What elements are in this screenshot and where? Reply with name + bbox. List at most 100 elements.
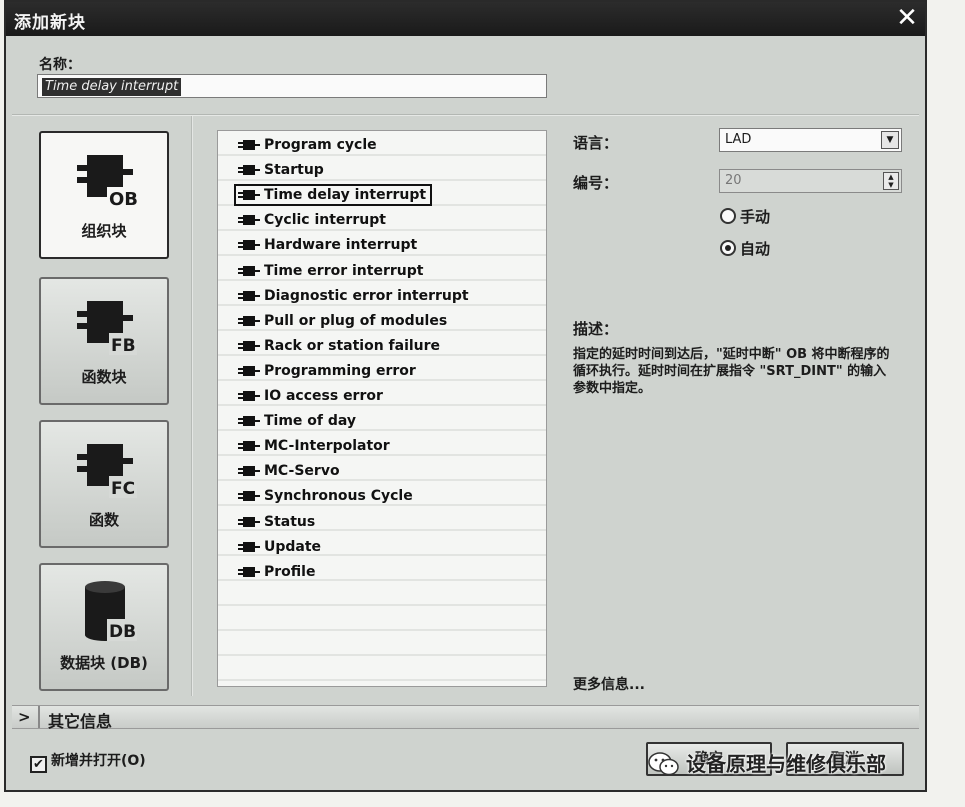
block-type-ob-tile[interactable]: OB 组织块 xyxy=(39,131,169,259)
ob-list-item-label: Synchronous Cycle xyxy=(264,488,413,505)
ob-list-item[interactable]: MC-Interpolator xyxy=(236,435,394,457)
expander-separator xyxy=(38,706,40,728)
ob-list-item[interactable]: Update xyxy=(236,536,325,558)
db-icon-text: DB xyxy=(109,622,136,642)
additional-info-expander[interactable]: > 其它信息 xyxy=(12,705,919,731)
ob-block-small-icon xyxy=(238,190,260,201)
language-label: 语言： xyxy=(573,134,619,152)
close-icon[interactable]: ✕ xyxy=(893,3,921,33)
radio-circle-auto xyxy=(720,240,736,256)
ob-list-item[interactable]: Startup xyxy=(236,159,328,181)
chevron-down-icon[interactable]: ▼ xyxy=(881,131,899,149)
ob-list-item-label: MC-Interpolator xyxy=(264,438,390,455)
language-select-value: LAD xyxy=(725,132,752,147)
ob-type-list[interactable]: Program cycle Startup Time delay interrupt… xyxy=(217,130,547,687)
ob-list-item-label: Hardware interrupt xyxy=(264,237,418,254)
number-label: 编号： xyxy=(573,174,619,192)
ob-list-item[interactable]: IO access error xyxy=(236,385,387,407)
numbering-auto-radio[interactable]: 自动 xyxy=(720,238,770,259)
ob-block-small-icon xyxy=(238,516,260,527)
ob-block-small-icon xyxy=(238,215,260,226)
ob-block-small-icon xyxy=(238,491,260,502)
fc-block-icon: FC xyxy=(77,444,137,499)
ob-list-item[interactable]: Program cycle xyxy=(236,134,381,156)
ob-list-item-label: Pull or plug of modules xyxy=(264,312,448,329)
name-input-value: Time delay interrupt xyxy=(42,78,182,96)
number-stepper-value: 20 xyxy=(725,173,742,188)
ob-list-item-label: Update xyxy=(264,538,322,555)
fc-icon-text: FC xyxy=(111,479,135,499)
name-label: 名称： xyxy=(39,57,81,73)
numbering-manual-radio[interactable]: 手动 xyxy=(720,206,770,227)
ob-list-item[interactable]: Time delay interrupt xyxy=(234,184,433,207)
ob-list-item-label: Time of day xyxy=(264,413,357,430)
ob-list-item[interactable]: Rack or station failure xyxy=(236,335,444,357)
ob-list-item-label: IO access error xyxy=(264,388,383,404)
block-type-fc-tile[interactable]: FC 函数 xyxy=(39,420,169,548)
sidebar-separator xyxy=(191,116,193,696)
ob-block-small-icon xyxy=(238,240,260,251)
ob-block-small-icon xyxy=(238,416,260,427)
ob-block-small-icon xyxy=(238,340,260,351)
ob-list-item-label: Status xyxy=(264,513,316,530)
ob-block-small-icon xyxy=(238,541,260,552)
title-bar[interactable]: 添加新块 ✕ xyxy=(6,2,925,36)
radio-circle-manual xyxy=(720,208,736,224)
ob-list-item[interactable]: Status xyxy=(236,511,319,533)
db-cylinder-icon: DB xyxy=(85,581,137,642)
ob-list-item[interactable]: Pull or plug of modules xyxy=(236,310,451,332)
ob-list-item-label: Cyclic interrupt xyxy=(264,212,386,229)
ob-list-item[interactable]: Cyclic interrupt xyxy=(236,209,390,231)
block-type-fb-tile[interactable]: FB 函数块 xyxy=(39,277,169,405)
fb-block-icon: FB xyxy=(77,301,137,356)
ob-list-item-label: Diagnostic error interrupt xyxy=(264,287,469,304)
ob-block-small-icon xyxy=(238,566,260,577)
ob-icon-text: OB xyxy=(109,189,138,210)
ob-list-item-label: Rack or station failure xyxy=(264,337,441,354)
ob-list-item-label: Program cycle xyxy=(264,137,377,153)
ob-list-item[interactable]: Programming error xyxy=(236,360,420,382)
ob-list-item[interactable]: Profile xyxy=(236,561,319,583)
ob-block-small-icon xyxy=(238,466,260,477)
additional-info-label: 其它信息 xyxy=(48,712,113,731)
block-type-db-label: 数据块 (DB) xyxy=(60,654,148,672)
ob-list-item-label: MC-Servo xyxy=(264,463,340,480)
add-new-block-dialog: 添加新块 ✕ 名称： Time delay interrupt OB 组织块 F… xyxy=(4,0,927,792)
ob-list-item[interactable]: Time error interrupt xyxy=(236,260,427,282)
ob-block-small-icon xyxy=(238,165,260,176)
ob-block-small-icon xyxy=(238,365,260,376)
more-info-link[interactable]: 更多信息... xyxy=(573,674,645,694)
ob-block-small-icon xyxy=(238,140,260,150)
ob-list-item[interactable]: Synchronous Cycle xyxy=(236,485,417,507)
fb-icon-text: FB xyxy=(111,336,136,356)
checkbox-checked-icon[interactable]: ✔ xyxy=(30,756,47,773)
ob-block-small-icon xyxy=(238,290,260,301)
ob-list-item[interactable]: Hardware interrupt xyxy=(236,234,421,256)
number-stepper[interactable]: 20 ▲ ▼ xyxy=(719,169,902,193)
ob-list-item[interactable]: Diagnostic error interrupt xyxy=(236,285,473,307)
header-divider xyxy=(12,114,919,116)
ob-list-item-label: Time delay interrupt xyxy=(264,187,427,204)
ob-block-small-icon xyxy=(238,441,260,452)
ob-list-item-label: Programming error xyxy=(264,362,416,379)
ob-list-item-label: Startup xyxy=(264,162,324,179)
language-select[interactable]: LAD ▼ xyxy=(719,128,902,152)
ob-list-item[interactable]: Time of day xyxy=(236,410,360,432)
description-label: 描述： xyxy=(573,320,619,338)
block-type-db-tile[interactable]: DB 数据块 (DB) xyxy=(39,563,169,691)
ob-block-icon: OB xyxy=(77,155,139,210)
ob-block-small-icon xyxy=(238,391,260,401)
block-type-fc-label: 函数 xyxy=(88,511,119,529)
add-and-open-checkbox[interactable]: ✔ 新增并打开(O) xyxy=(30,750,146,773)
dialog-title: 添加新块 xyxy=(14,13,86,33)
auto-label: 自动 xyxy=(740,240,771,258)
name-input[interactable]: Time delay interrupt xyxy=(37,74,547,98)
ob-block-small-icon xyxy=(238,315,260,326)
block-type-fb-label: 函数块 xyxy=(81,368,127,386)
ob-block-small-icon xyxy=(238,265,260,276)
chevron-right-icon[interactable]: > xyxy=(18,708,31,726)
ob-list-item[interactable]: MC-Servo xyxy=(236,460,344,482)
stepper-arrows-icon[interactable]: ▲ ▼ xyxy=(883,172,899,190)
ob-list-item-label: Profile xyxy=(264,563,316,580)
watermark-text: 设备原理与维修俱乐部 xyxy=(686,752,886,776)
